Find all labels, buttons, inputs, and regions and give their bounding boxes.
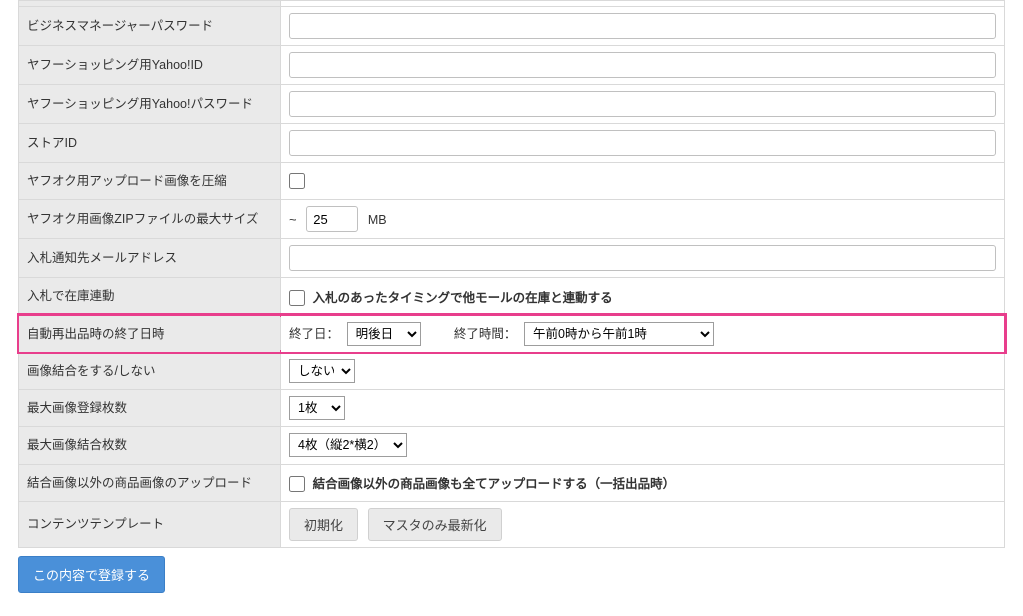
row-max-merge-count: 最大画像結合枚数 4枚（縦2*横2） (19, 427, 1005, 464)
label-img-merge: 画像結合をする/しない (19, 352, 281, 389)
btn-tpl-init[interactable]: 初期化 (289, 508, 358, 541)
label-yauc-zip-max: ヤフオク用画像ZIPファイルの最大サイズ (19, 200, 281, 239)
select-img-merge[interactable]: しない (289, 359, 355, 383)
end-day-label: 終了日： (289, 327, 339, 341)
row-bid-notify-mail: 入札通知先メールアドレス (19, 239, 1005, 278)
select-max-img-count[interactable]: 1枚 (289, 396, 345, 420)
label-yauc-img-compress: ヤフオク用アップロード画像を圧縮 (19, 163, 281, 200)
row-bid-stock-link: 入札で在庫連動 入札のあったタイミングで他モールの在庫と連動する (19, 278, 1005, 315)
label-max-merge-count: 最大画像結合枚数 (19, 427, 281, 464)
end-time-label: 終了時間： (454, 327, 517, 341)
label-bid-notify-mail: 入札通知先メールアドレス (19, 239, 281, 278)
checkbox-non-merge-upload[interactable] (289, 476, 305, 492)
select-end-day[interactable]: 明後日 (347, 322, 421, 346)
row-non-merge-upload: 結合画像以外の商品画像のアップロード 結合画像以外の商品画像も全てアップロードす… (19, 464, 1005, 501)
label-max-img-count: 最大画像登録枚数 (19, 390, 281, 427)
row-yauc-img-compress: ヤフオク用アップロード画像を圧縮 (19, 163, 1005, 200)
row-store-id: ストアID (19, 124, 1005, 163)
row-img-merge: 画像結合をする/しない しない (19, 352, 1005, 389)
settings-table: ビジネスマネージャーパスワード ヤフーショッピング用Yahoo!ID ヤフーショ… (18, 0, 1005, 548)
input-bid-notify-mail[interactable] (289, 245, 996, 271)
label-store-id: ストアID (19, 124, 281, 163)
label-auto-relist-end: 自動再出品時の終了日時 (19, 315, 281, 352)
row-max-img-count: 最大画像登録枚数 1枚 (19, 390, 1005, 427)
row-yauc-zip-max: ヤフオク用画像ZIPファイルの最大サイズ ~ MB (19, 200, 1005, 239)
label-content-tpl: コンテンツテンプレート (19, 501, 281, 547)
cb-label-non-merge-upload: 結合画像以外の商品画像も全てアップロードする（一括出品時） (313, 477, 676, 491)
row-yshop-yid: ヤフーショッピング用Yahoo!ID (19, 46, 1005, 85)
row-auto-relist-end: 自動再出品時の終了日時 終了日： 明後日 終了時間： 午前0時から午前1時 (19, 315, 1005, 352)
label-non-merge-upload: 結合画像以外の商品画像のアップロード (19, 464, 281, 501)
select-max-merge-count[interactable]: 4枚（縦2*横2） (289, 433, 407, 457)
unit-mb: MB (368, 213, 387, 227)
input-biz-mgr-pw[interactable] (289, 13, 996, 39)
input-yshop-yid[interactable] (289, 52, 996, 78)
btn-tpl-latest[interactable]: マスタのみ最新化 (368, 508, 502, 541)
input-yauc-zip-max[interactable] (306, 206, 358, 232)
label-yshop-ypw: ヤフーショッピング用Yahoo!パスワード (19, 85, 281, 124)
row-content-tpl: コンテンツテンプレート 初期化 マスタのみ最新化 (19, 501, 1005, 547)
submit-button[interactable]: この内容で登録する (18, 556, 165, 593)
checkbox-yauc-img-compress[interactable] (289, 173, 305, 189)
label-yshop-yid: ヤフーショッピング用Yahoo!ID (19, 46, 281, 85)
select-end-time[interactable]: 午前0時から午前1時 (524, 322, 714, 346)
input-store-id[interactable] (289, 130, 996, 156)
label-bid-stock-link: 入札で在庫連動 (19, 278, 281, 315)
cb-label-bid-stock-link: 入札のあったタイミングで他モールの在庫と連動する (313, 291, 613, 305)
row-yshop-ypw: ヤフーショッピング用Yahoo!パスワード (19, 85, 1005, 124)
input-yshop-ypw[interactable] (289, 91, 996, 117)
row-biz-mgr-pw: ビジネスマネージャーパスワード (19, 7, 1005, 46)
tilde-prefix: ~ (289, 212, 297, 227)
label-biz-mgr-pw: ビジネスマネージャーパスワード (19, 7, 281, 46)
checkbox-bid-stock-link[interactable] (289, 290, 305, 306)
